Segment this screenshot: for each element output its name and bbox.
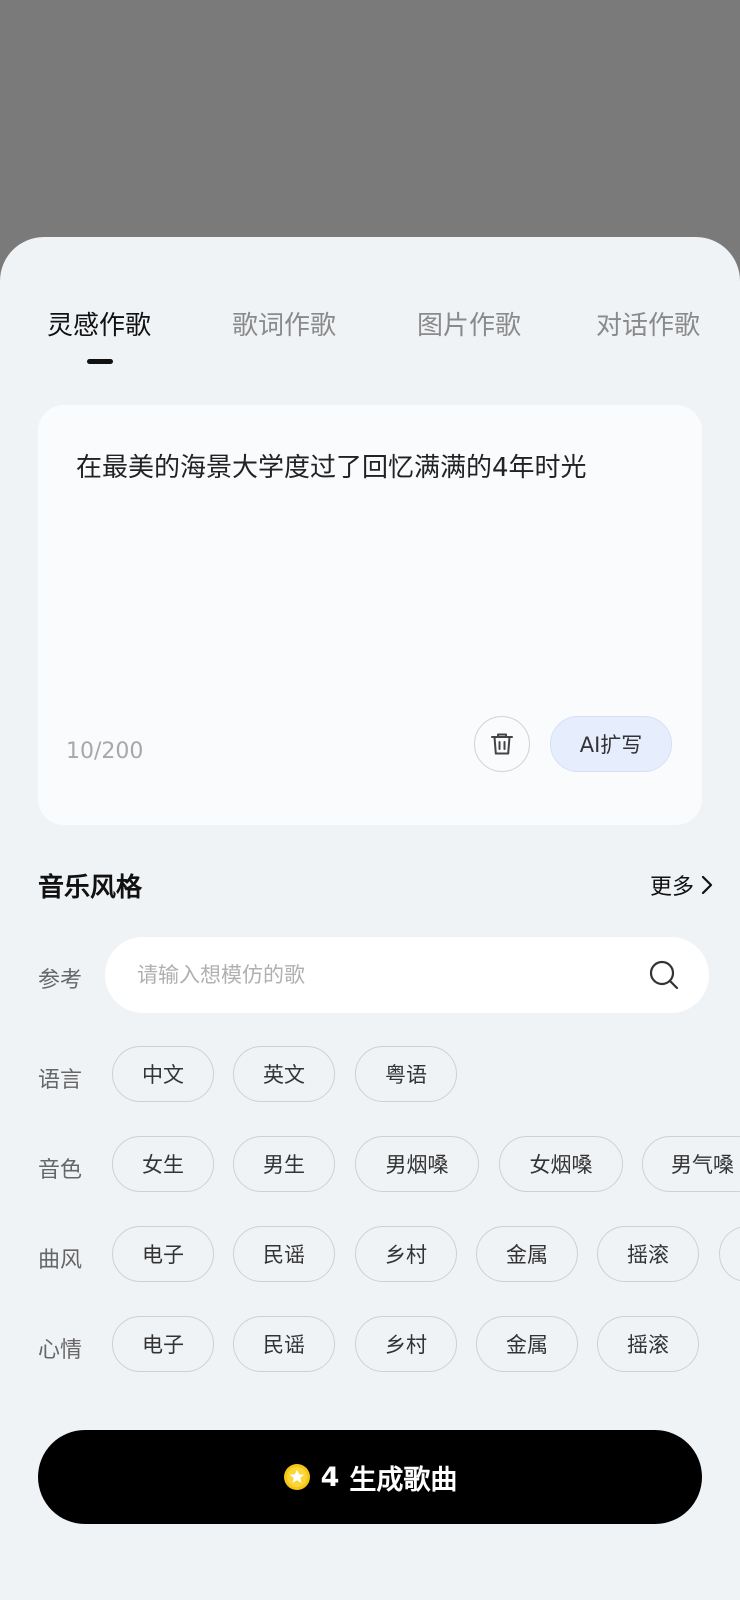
chip-language-chinese[interactable]: 中文 (112, 1046, 214, 1102)
prompt-text[interactable]: 在最美的海景大学度过了回忆满满的4年时光 (76, 447, 676, 484)
chip-genre-rock[interactable]: 摇滚 (597, 1226, 699, 1282)
language-label: 语言 (38, 1068, 83, 1093)
chip-mood-electronic[interactable]: 电子 (112, 1316, 214, 1372)
generate-label: 生成歌曲 (349, 1464, 458, 1496)
chip-genre-electronic[interactable]: 电子 (112, 1226, 214, 1282)
section-title: 音乐风格 (38, 873, 143, 903)
chip-mood-metal[interactable]: 金属 (476, 1316, 578, 1372)
genre-label: 曲风 (38, 1248, 83, 1273)
active-tab-indicator (87, 359, 113, 364)
tab-lyrics[interactable]: 歌词作歌 (232, 305, 336, 342)
generate-cost: 4 (320, 1461, 340, 1493)
chip-genre-more[interactable] (719, 1226, 740, 1282)
chip-genre-folk[interactable]: 民谣 (233, 1226, 335, 1282)
chip-genre-country[interactable]: 乡村 (355, 1226, 457, 1282)
tab-dialogue[interactable]: 对话作歌 (596, 305, 700, 342)
chip-timbre-male-smoky[interactable]: 男烟嗓 (355, 1136, 479, 1192)
generate-song-button[interactable]: 4 生成歌曲 (38, 1430, 702, 1524)
search-icon[interactable] (648, 959, 680, 991)
chip-language-english[interactable]: 英文 (233, 1046, 335, 1102)
char-count: 10/200 (66, 739, 144, 764)
chip-language-cantonese[interactable]: 粤语 (355, 1046, 457, 1102)
tab-image[interactable]: 图片作歌 (417, 305, 521, 342)
ai-expand-button[interactable]: AI扩写 (550, 716, 672, 772)
chip-mood-folk[interactable]: 民谣 (233, 1316, 335, 1372)
chip-genre-metal[interactable]: 金属 (476, 1226, 578, 1282)
trash-icon (491, 733, 513, 755)
chip-timbre-female[interactable]: 女生 (112, 1136, 214, 1192)
chip-mood-country[interactable]: 乡村 (355, 1316, 457, 1372)
prompt-card: 在最美的海景大学度过了回忆满满的4年时光 10/200 AI扩写 (38, 405, 702, 825)
chip-timbre-female-smoky[interactable]: 女烟嗓 (499, 1136, 623, 1192)
tab-inspiration[interactable]: 灵感作歌 (47, 305, 151, 342)
chip-timbre-male-breathy[interactable]: 男气嗓 (642, 1136, 740, 1192)
song-creation-sheet: 灵感作歌 歌词作歌 图片作歌 对话作歌 在最美的海景大学度过了回忆满满的4年时光… (0, 237, 740, 1600)
delete-button[interactable] (474, 716, 530, 772)
chip-timbre-male[interactable]: 男生 (233, 1136, 335, 1192)
more-label: 更多 (650, 875, 695, 900)
reference-label: 参考 (38, 968, 83, 993)
chevron-right-icon (701, 875, 713, 895)
chip-mood-rock[interactable]: 摇滚 (597, 1316, 699, 1372)
mood-label: 心情 (38, 1338, 83, 1363)
reference-search-input[interactable] (137, 937, 617, 1013)
reference-search-box (105, 937, 709, 1013)
coin-icon (283, 1464, 310, 1490)
timbre-label: 音色 (38, 1158, 83, 1183)
more-link[interactable]: 更多 (650, 869, 714, 901)
